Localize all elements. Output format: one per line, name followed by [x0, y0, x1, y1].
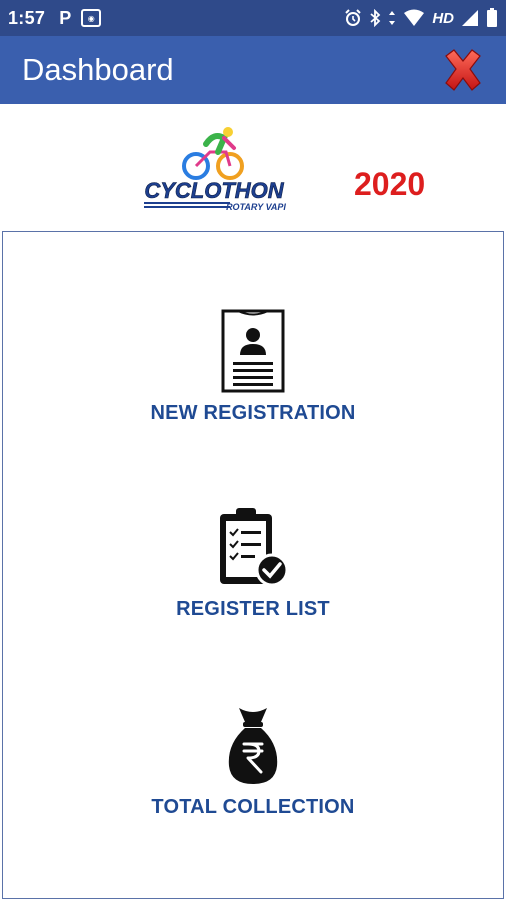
new-registration-label: NEW REGISTRATION — [150, 402, 356, 424]
close-icon — [445, 49, 481, 91]
logo-text: CYCLOTHON — [144, 178, 284, 203]
register-list-label: REGISTER LIST — [176, 598, 330, 620]
close-button[interactable] — [440, 48, 486, 92]
new-registration-button[interactable]: NEW REGISTRATION — [3, 308, 503, 425]
page-title: Dashboard — [22, 52, 174, 87]
hd-label: HD — [432, 9, 454, 27]
year-label: 2020 — [354, 166, 426, 202]
parking-app-icon: P — [59, 7, 72, 28]
logo-subtext: ROTARY VAPI — [226, 202, 286, 212]
total-collection-label: TOTAL COLLECTION — [151, 796, 355, 818]
alarm-icon — [345, 9, 362, 26]
clipboard-checklist-icon — [220, 508, 289, 587]
bluetooth-icon — [370, 9, 381, 27]
total-collection-button[interactable]: TOTAL COLLECTION — [3, 704, 503, 819]
status-left-icons: P ◉ — [59, 7, 102, 29]
registration-form-icon — [221, 309, 285, 393]
status-bar: 1:57 P ◉ HD — [0, 0, 506, 36]
app-bar: Dashboard — [0, 36, 506, 104]
status-right-icons: HD — [344, 8, 498, 28]
data-arrows-icon — [389, 11, 396, 25]
battery-icon — [487, 8, 497, 27]
header-banner: CYCLOTHON ROTARY VAPI 2020 — [0, 104, 506, 230]
register-list-button[interactable]: REGISTER LIST — [3, 506, 503, 621]
cyclothon-logo: CYCLOTHON ROTARY VAPI — [144, 127, 286, 212]
menu-panel: NEW REGISTRATION REGISTER LIST TOTAL COL… — [2, 231, 504, 899]
signal-icon — [462, 10, 478, 26]
image-app-icon: ◉ — [81, 9, 102, 27]
money-bag-icon — [228, 708, 278, 784]
wifi-icon — [404, 9, 425, 26]
status-time: 1:57 — [8, 7, 46, 28]
